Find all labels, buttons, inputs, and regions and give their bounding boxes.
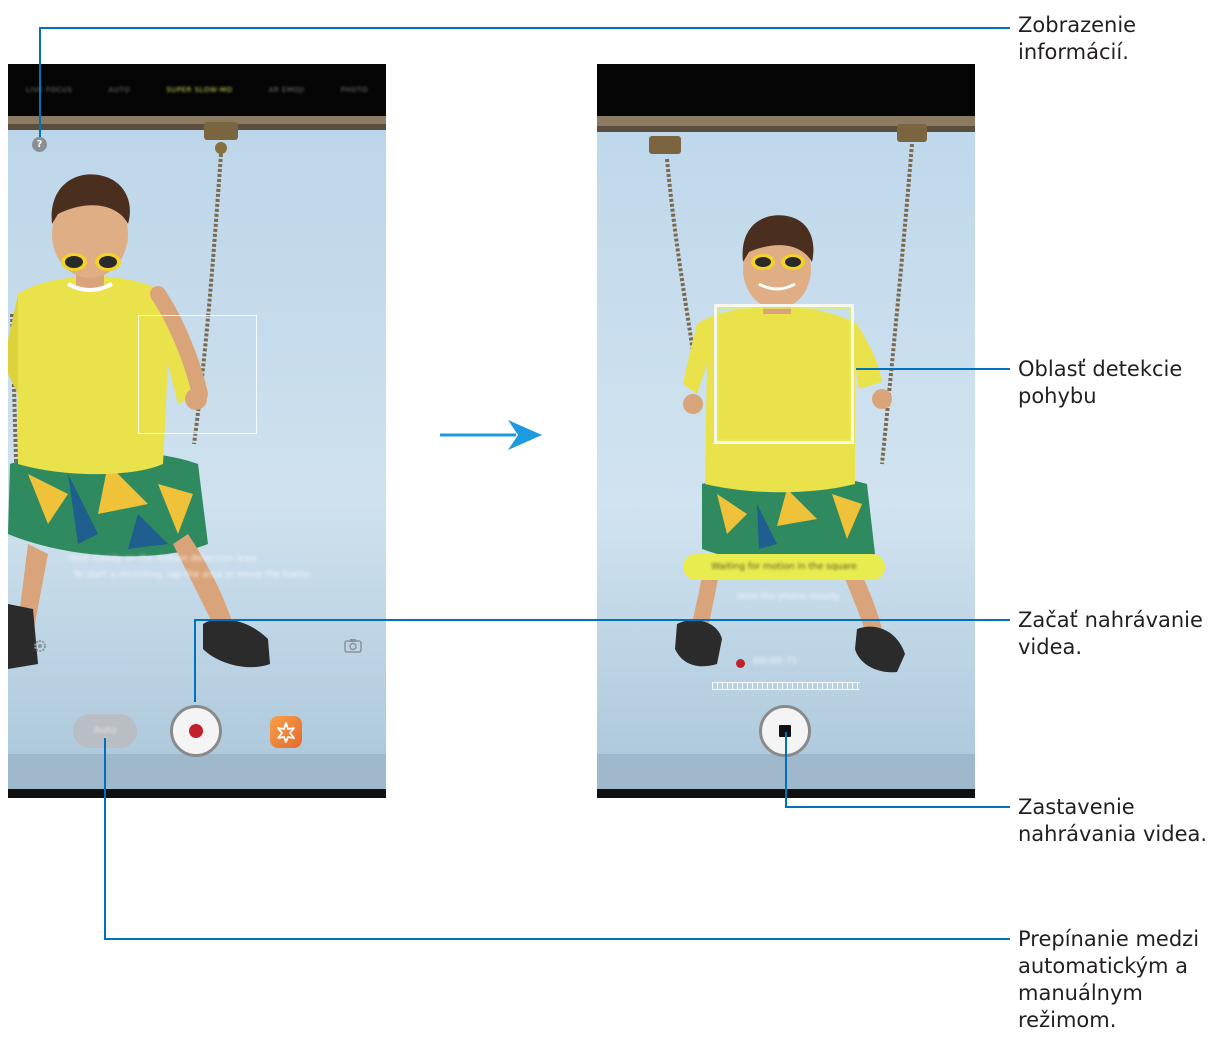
callout-start-text: Začať nahrávanie videa. bbox=[1018, 608, 1203, 659]
callout-lines bbox=[39, 27, 1010, 940]
callout-stop-text: Zastavenie nahrávania videa. bbox=[1018, 795, 1208, 846]
callout-line-start bbox=[194, 619, 1010, 702]
callout-line-switch bbox=[104, 738, 1010, 940]
callout-switch-text: Prepínanie medzi automatickým a manuálny… bbox=[1018, 927, 1200, 1032]
callout-line-info bbox=[39, 27, 1010, 137]
callout-info-text: Zobrazenie informácií. bbox=[1018, 13, 1137, 64]
callout-line-stop bbox=[785, 732, 1010, 808]
callout-detection-text: Oblasť detekcie pohybu bbox=[1018, 357, 1183, 408]
